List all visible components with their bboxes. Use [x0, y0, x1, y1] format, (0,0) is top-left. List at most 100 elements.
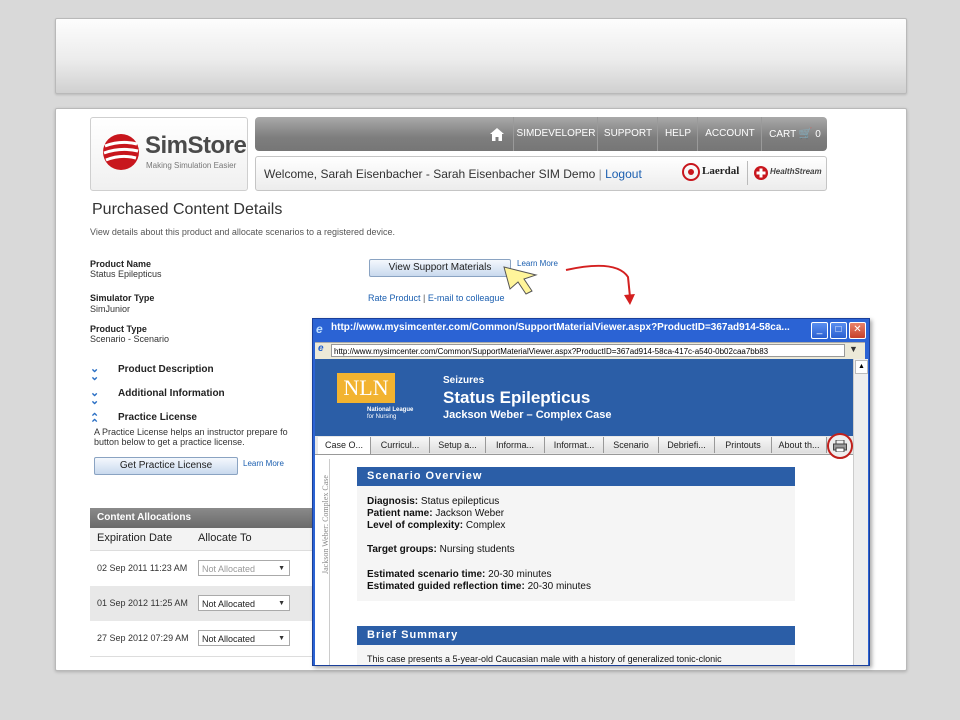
healthstream-logo-text: HealthStream — [770, 167, 822, 176]
logo-name: SimStore — [145, 132, 247, 159]
allocate-select-value: Not Allocated — [202, 634, 256, 644]
brief-summary-text: This case presents a 5-year-old Caucasia… — [367, 654, 722, 664]
tab-about[interactable]: About th... — [772, 437, 827, 453]
tab-information-2[interactable]: Informat... — [545, 437, 604, 453]
complexity-label: Level of complexity: — [367, 520, 464, 531]
patient-line: Patient name: Jackson Weber — [367, 508, 504, 519]
learn-more-link[interactable]: Learn More — [243, 459, 284, 468]
home-icon — [490, 128, 504, 141]
view-support-materials-button[interactable]: View Support Materials — [369, 259, 511, 277]
expiration-date: 02 Sep 2011 11:23 AM — [97, 563, 188, 573]
allocate-select[interactable]: Not Allocated ▼ — [198, 560, 290, 576]
tab-curriculum[interactable]: Curricul... — [371, 437, 430, 453]
reflection-time-line: Estimated guided reflection time: 20-30 … — [367, 581, 591, 592]
content-allocations-header: Content Allocations — [90, 508, 320, 528]
allocate-select[interactable]: Not Allocated ▼ — [198, 595, 290, 611]
nav-simdeveloper[interactable]: SIMDEVELOPER — [513, 117, 598, 151]
allocate-select[interactable]: Not Allocated ▼ — [198, 630, 290, 646]
product-name-label: Product Name — [90, 259, 152, 269]
section-practice-license[interactable]: Practice License — [118, 412, 197, 423]
practice-license-text: A Practice License helps an instructor p… — [94, 427, 288, 437]
table-row: 27 Sep 2012 07:29 AM Not Allocated ▼ — [90, 621, 320, 657]
rate-links: Rate Product | E-mail to colleague — [368, 293, 504, 303]
topic-label: Seizures — [443, 375, 485, 386]
separator: | — [423, 293, 426, 303]
logo-divider — [747, 161, 748, 185]
healthstream-logo-icon — [754, 166, 768, 180]
section-additional-information[interactable]: Additional Information — [118, 388, 225, 399]
allocations-column-headers: Expiration Date Allocate To — [90, 528, 320, 551]
rate-product-link[interactable]: Rate Product — [368, 293, 421, 303]
scenario-time-value: 20-30 minutes — [488, 569, 552, 580]
diagnosis-line: Diagnosis: Status epilepticus — [367, 496, 499, 507]
chevron-down-icon[interactable]: ⌄ ⌄ — [90, 364, 102, 383]
scroll-up-icon[interactable]: ▲ — [855, 360, 868, 374]
welcome-line: Welcome, Sarah Eisenbacher - Sarah Eisen… — [264, 167, 642, 181]
complexity-line: Level of complexity: Complex — [367, 520, 505, 531]
allocate-select-value: Not Allocated — [202, 599, 256, 609]
callout-arrow-icon — [503, 264, 635, 305]
side-case-label: Jackson Weber: Complex Case — [321, 475, 330, 574]
email-colleague-link[interactable]: E-mail to colleague — [428, 293, 505, 303]
simstore-logo-icon — [103, 134, 139, 170]
close-button[interactable]: ✕ — [849, 322, 866, 339]
address-dropdown-icon[interactable]: ▼ — [849, 344, 858, 354]
laerdal-logo-icon — [682, 163, 700, 181]
tab-scenario[interactable]: Scenario — [604, 437, 659, 453]
healthstream-logo[interactable]: HealthStream — [754, 163, 824, 183]
nln-subtitle-line-1: National League — [367, 407, 414, 413]
simstore-logo[interactable]: SimStore Making Simulation Easier — [90, 117, 248, 191]
table-row: 01 Sep 2012 11:25 AM Not Allocated ▼ — [90, 586, 320, 622]
get-practice-license-button[interactable]: Get Practice License — [94, 457, 238, 475]
product-type-value: Scenario - Scenario — [90, 334, 170, 344]
home-button[interactable] — [483, 117, 511, 151]
print-button[interactable] — [827, 433, 853, 459]
dropdown-arrow-icon: ▼ — [278, 600, 285, 607]
tab-debriefing[interactable]: Debriefi... — [659, 437, 715, 453]
tab-case-overview[interactable]: Case O... — [318, 437, 371, 454]
address-bar: e http://www.mysimcenter.com/Common/Supp… — [315, 342, 865, 359]
nav-cart[interactable]: CART 🛒 0 — [761, 117, 828, 151]
ie-icon: e — [316, 322, 323, 336]
nav-help[interactable]: HELP — [657, 117, 698, 151]
maximize-button[interactable]: □ — [830, 322, 847, 339]
logout-link[interactable]: Logout — [605, 167, 642, 181]
target-groups-label: Target groups: — [367, 544, 437, 555]
dropdown-arrow-icon: ▼ — [278, 565, 285, 572]
product-type-label: Product Type — [90, 324, 147, 334]
printer-icon — [833, 439, 847, 453]
separator: | — [598, 167, 602, 181]
page-icon: e — [318, 343, 324, 354]
case-title: Status Epilepticus — [443, 388, 591, 407]
simulator-type-label: Simulator Type — [90, 293, 155, 303]
tab-information-1[interactable]: Informa... — [486, 437, 545, 453]
section-product-description[interactable]: Product Description — [118, 364, 214, 375]
allocate-select-value: Not Allocated — [202, 564, 256, 574]
popup-title: http://www.mysimcenter.com/Common/Suppor… — [331, 322, 790, 333]
chevron-up-icon[interactable]: ⌃ ⌃ — [90, 413, 102, 430]
table-row: 02 Sep 2011 11:23 AM Not Allocated ▼ — [90, 551, 320, 587]
scenario-time-label: Estimated scenario time: — [367, 569, 486, 580]
chevron-down-icon[interactable]: ⌄ ⌄ — [90, 388, 102, 407]
welcome-text: Welcome, Sarah Eisenbacher - Sarah Eisen… — [264, 167, 596, 181]
content-tabs: Case O... Curricul... Setup a... Informa… — [315, 433, 853, 459]
tab-setup[interactable]: Setup a... — [430, 437, 486, 453]
target-groups-line: Target groups: Nursing students — [367, 544, 515, 555]
expiration-date: 01 Sep 2012 11:25 AM — [97, 598, 188, 608]
laerdal-logo[interactable]: Laerdal — [682, 162, 742, 184]
laerdal-logo-text: Laerdal — [702, 165, 740, 177]
tab-printouts[interactable]: Printouts — [715, 437, 772, 453]
diagnosis-label: Diagnosis: — [367, 496, 419, 507]
case-subtitle: Jackson Weber – Complex Case — [443, 409, 612, 421]
practice-license-text-2: button below to get a practice license. — [94, 437, 245, 447]
minimize-button[interactable]: _ — [811, 322, 828, 339]
viewer-content: NLN National League for Nursing Seizures… — [315, 359, 853, 665]
nav-account[interactable]: ACCOUNT — [697, 117, 762, 151]
column-allocate-to: Allocate To — [198, 532, 252, 544]
nav-support[interactable]: SUPPORT — [597, 117, 658, 151]
page-description: View details about this product and allo… — [90, 227, 396, 237]
address-field[interactable]: http://www.mysimcenter.com/Common/Suppor… — [331, 344, 845, 357]
complexity-value: Complex — [465, 520, 506, 531]
vertical-scrollbar[interactable]: ▲ — [853, 359, 868, 665]
cart-count: 0 — [815, 129, 821, 140]
